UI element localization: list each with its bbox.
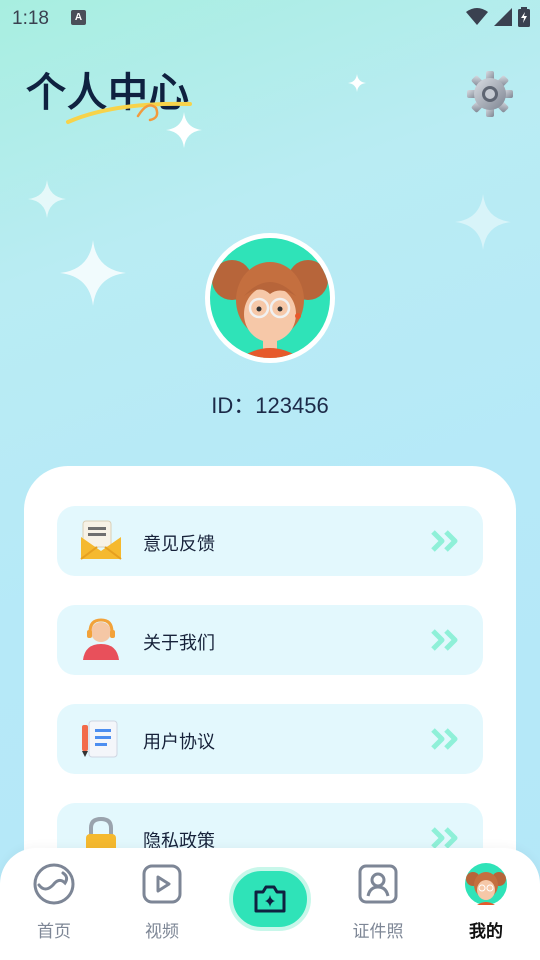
profile-avatar[interactable] <box>205 233 335 363</box>
status-time: 1:18 <box>12 8 49 29</box>
bottom-nav: 首页 视频 证件照 我的 <box>0 848 540 960</box>
sparkle-icon <box>60 240 126 306</box>
nav-item-home[interactable]: 首页 <box>14 863 94 942</box>
menu-item-user-agreement[interactable]: 用户协议 <box>57 704 483 774</box>
camera-button[interactable] <box>229 867 311 931</box>
cartoon-girl-illustration <box>212 260 328 358</box>
sparkle-icon <box>455 194 511 250</box>
nav-label: 首页 <box>37 922 71 942</box>
nav-label: 我的 <box>469 922 503 942</box>
menu-item-about-us[interactable]: 关于我们 <box>57 605 483 675</box>
battery-icon <box>518 7 530 27</box>
status-bar: 1:18 A <box>0 0 540 36</box>
avatar-image <box>210 238 330 358</box>
customer-service-icon <box>83 618 119 660</box>
nav-label: 证件照 <box>352 922 404 942</box>
double-chevron-right-icon <box>431 530 458 552</box>
menu-item-label: 关于我们 <box>143 633 215 654</box>
double-chevron-right-icon <box>431 827 458 849</box>
nav-item-id-photo[interactable]: 证件照 <box>338 863 418 942</box>
menu-item-label: 用户协议 <box>143 732 215 753</box>
notification-a-icon: A <box>71 10 86 25</box>
menu-card: 意见反馈 关于我们 用户协议 隐私政策 <box>24 466 516 860</box>
user-id-label: ID：123456 <box>211 393 329 418</box>
signal-icon <box>494 8 512 26</box>
sparkle-icon <box>348 74 366 92</box>
system-icons <box>466 7 530 27</box>
settings-gear-icon[interactable] <box>466 70 514 118</box>
double-chevron-right-icon <box>431 728 458 750</box>
menu-item-feedback[interactable]: 意见反馈 <box>57 506 483 576</box>
double-chevron-right-icon <box>431 629 458 651</box>
wifi-icon <box>466 8 488 25</box>
avatar-icon <box>465 863 507 905</box>
title-underline-swoosh <box>66 101 192 124</box>
id-photo-icon <box>358 864 398 904</box>
nav-item-video[interactable]: 视频 <box>122 863 202 942</box>
envelope-icon <box>80 520 122 560</box>
sparkle-icon <box>28 180 66 218</box>
nav-label: 视频 <box>145 922 179 942</box>
nav-item-mine[interactable]: 我的 <box>446 863 526 942</box>
camera-icon <box>254 885 286 913</box>
document-icon <box>82 720 118 758</box>
home-swirl-icon <box>33 863 75 905</box>
menu-item-label: 意见反馈 <box>143 534 215 555</box>
video-play-icon <box>142 864 182 904</box>
